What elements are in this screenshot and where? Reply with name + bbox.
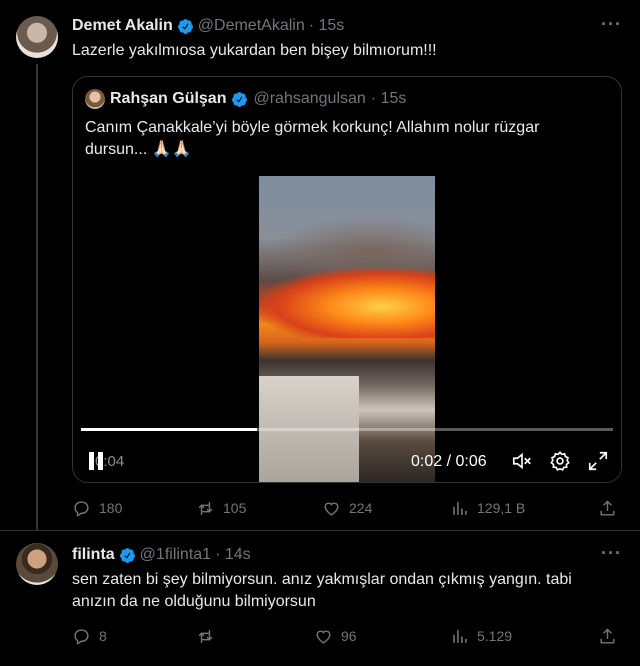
share-button[interactable] [598,627,617,646]
avatar[interactable] [16,16,58,58]
tweet-actions: 180 105 224 129,1 B [72,498,622,518]
quote-timestamp: · 15s [370,90,407,107]
like-button[interactable]: 224 [322,499,372,518]
quote-header: Rahşan Gülşan @rahsangulsan · 15s [85,89,406,109]
thread-connector [36,64,38,530]
mute-icon[interactable] [511,450,533,472]
views-chart-icon [453,501,467,515]
views-count: 129,1 B [477,500,526,516]
heart-icon [316,630,331,644]
views-count: 5.129 [477,628,513,644]
views-button[interactable]: 129,1 B [450,499,525,518]
video-progress-bar[interactable] [81,428,613,431]
share-icon [600,627,615,644]
author-name[interactable]: filinta [72,546,115,564]
retweet-count: 105 [223,500,247,516]
retweet-button[interactable] [196,627,223,646]
share-button[interactable] [598,499,617,518]
tweet-filinta[interactable]: filinta @1filinta1 · 14s ··· sen zaten b… [0,530,640,666]
reply-button[interactable]: 8 [72,627,107,646]
quote-author-handle: @rahsangulsan [253,90,366,107]
like-count: 224 [349,500,373,516]
reply-icon [74,628,89,645]
reply-icon [74,500,89,517]
fullscreen-icon[interactable] [587,450,609,472]
avatar[interactable] [16,543,58,585]
quote-avatar [85,89,105,109]
tweet-header: filinta @1filinta1 · 14s [72,544,251,566]
retweet-button[interactable]: 105 [196,499,246,518]
tweet-header: Demet Akalin @DemetAkalin · 15s [72,15,344,37]
retweet-icon [198,629,213,643]
reply-count: 180 [99,500,123,516]
quote-text: Canım Çanakkale’yi böyle görmek korkunç!… [85,119,540,158]
tweet-text: Lazerle yakılmıosa yukardan ben bişey bi… [72,42,437,59]
more-options-icon[interactable]: ··· [601,543,622,564]
video-progress-fill [81,428,257,431]
timestamp[interactable]: · 15s [309,17,345,35]
verified-badge-icon [177,18,193,34]
video-time-left: 0:04 [95,453,125,470]
heart-icon [324,502,339,516]
quote-author-name: Rahşan Gülşan [110,90,227,107]
more-options-icon[interactable]: ··· [601,14,622,35]
reply-count: 8 [99,628,107,644]
reply-button[interactable]: 180 [72,499,122,518]
quoted-tweet[interactable]: Rahşan Gülşan @rahsangulsan · 15s Canım … [72,76,622,483]
like-button[interactable]: 96 [314,627,357,646]
timestamp[interactable]: · 14s [215,546,251,564]
retweet-icon [198,501,213,515]
author-name[interactable]: Demet Akalin [72,17,173,35]
views-chart-icon [453,629,467,643]
author-handle[interactable]: @DemetAkalin [198,17,305,35]
author-handle[interactable]: @1filinta1 [140,546,211,564]
views-button[interactable]: 5.129 [450,627,512,646]
settings-gear-icon[interactable] [549,450,571,472]
video-time: 0:02 / 0:06 [411,453,487,470]
tweet-demet[interactable]: Demet Akalin @DemetAkalin · 15s ··· Laze… [0,0,640,530]
like-count: 96 [341,628,357,644]
video-frame[interactable] [259,176,435,482]
tweet-actions: 8 96 5.129 [72,626,622,646]
verified-badge-icon [232,91,248,107]
video-player[interactable]: 0:04 0:02 / 0:06 [73,176,621,482]
share-icon [600,499,615,516]
verified-badge-icon [119,547,135,563]
tweet-text: sen zaten bi şey bilmiyorsun. anız yakmı… [72,571,572,610]
